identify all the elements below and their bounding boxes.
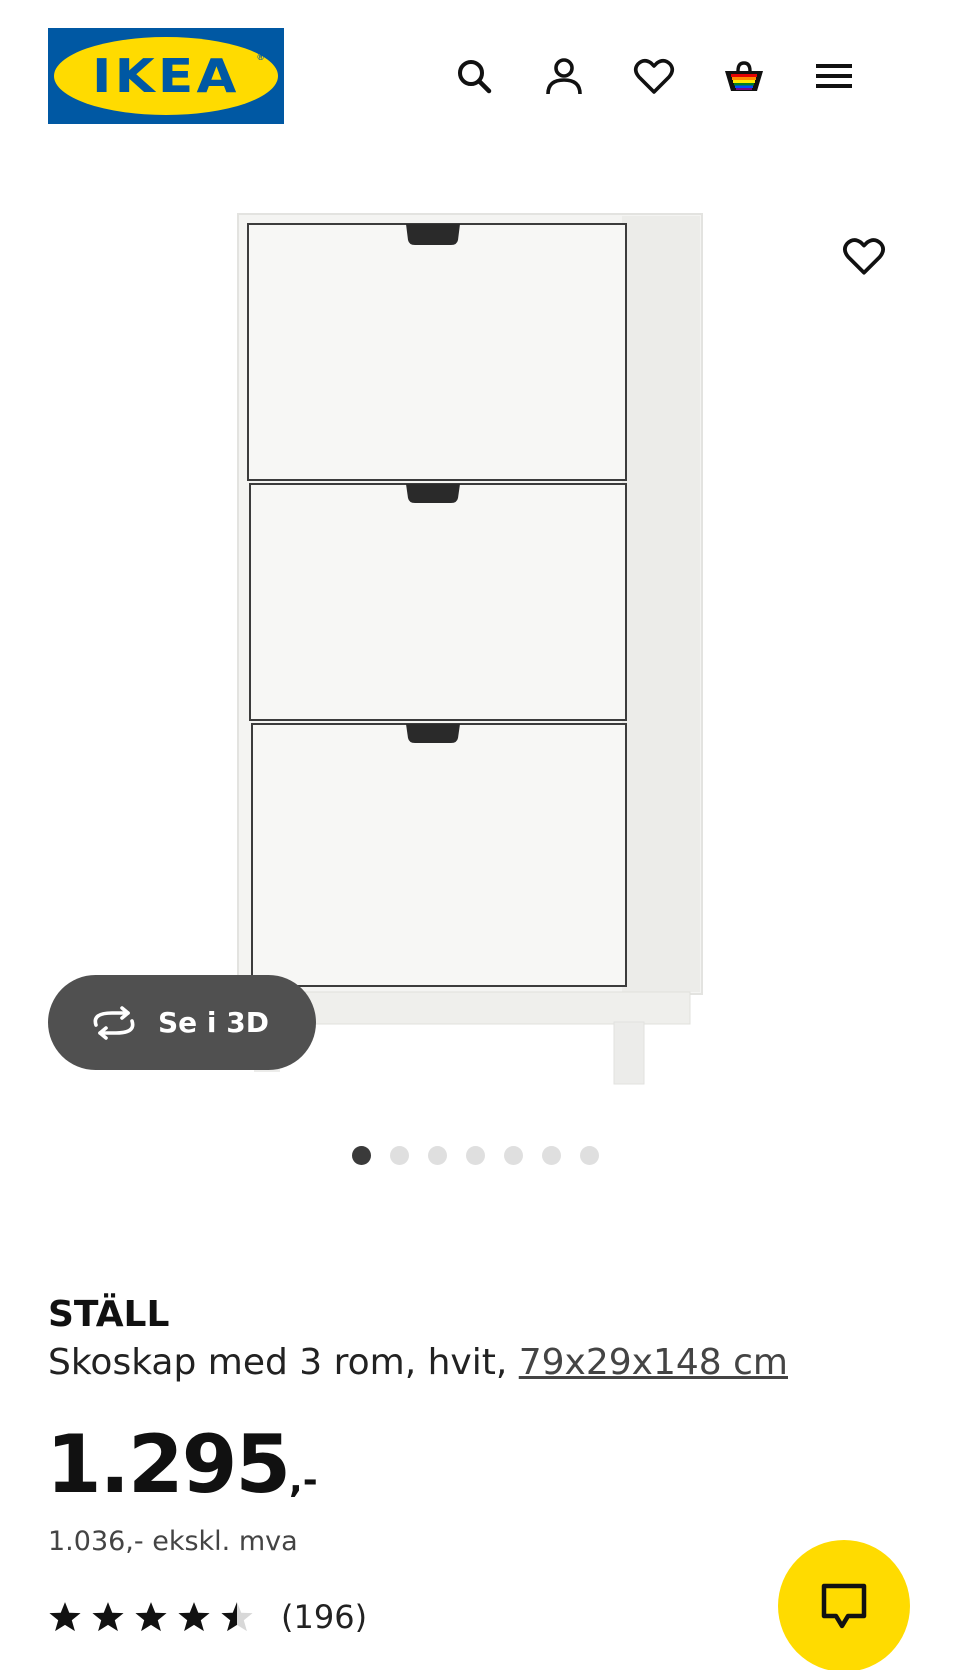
carousel-dot-5[interactable] [504,1146,523,1165]
carousel-indicator [352,1146,599,1165]
star-icon [178,1602,210,1632]
product-dimensions-link[interactable]: 79x29x148 cm [519,1342,788,1383]
carousel-dot-2[interactable] [390,1146,409,1165]
favorites-icon[interactable] [628,50,680,102]
rotate-3d-icon [93,1005,135,1040]
ikea-logo[interactable]: IKEA ® [48,28,284,124]
logo-registered-mark: ® [257,52,264,62]
price-suffix: ,- [289,1460,318,1501]
search-icon[interactable] [448,50,500,102]
account-icon[interactable] [538,50,590,102]
carousel-dot-4[interactable] [466,1146,485,1165]
logo-wordmark: IKEA [92,49,240,103]
carousel-dot-7[interactable] [580,1146,599,1165]
star-icon [49,1602,81,1632]
product-description: Skoskap med 3 rom, hvit, 79x29x148 cm [48,1342,788,1383]
view-in-3d-button[interactable]: Se i 3D [48,975,316,1070]
chat-icon [821,1583,867,1629]
product-rating[interactable]: (196) [48,1598,367,1636]
half-star-icon [221,1602,253,1632]
star-icon [92,1602,124,1632]
product-name: STÄLL [48,1294,170,1335]
carousel-dot-1[interactable] [352,1146,371,1165]
product-image-gallery[interactable] [0,170,960,1090]
view-in-3d-label: Se i 3D [158,1006,269,1039]
review-count: (196) [281,1598,368,1636]
add-to-favorites-icon[interactable] [836,228,892,284]
product-image [237,213,703,1085]
product-price: 1.295,- [46,1418,318,1511]
price-integer: 1.295 [46,1418,291,1511]
star-icon [135,1602,167,1632]
price-excluding-vat: 1.036,- ekskl. mva [48,1526,298,1557]
menu-icon[interactable] [808,50,860,102]
carousel-dot-6[interactable] [542,1146,561,1165]
chat-button[interactable] [778,1540,910,1670]
product-type-text: Skoskap med 3 rom, hvit, [48,1342,519,1383]
shopping-bag-icon[interactable] [718,50,770,102]
carousel-dot-3[interactable] [428,1146,447,1165]
top-header: IKEA ® [0,0,960,150]
